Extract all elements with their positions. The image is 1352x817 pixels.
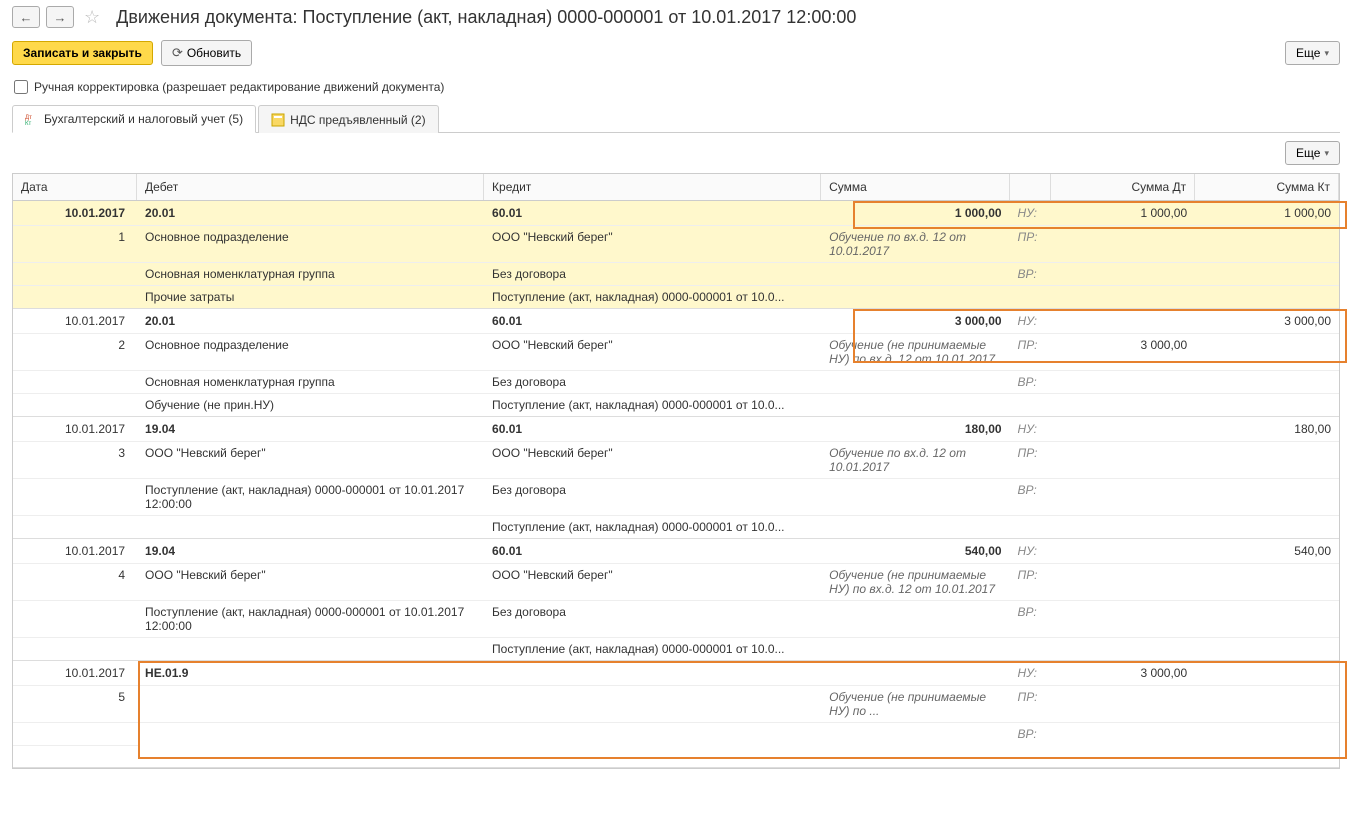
col-sum[interactable]: Сумма: [821, 174, 1009, 200]
table-row[interactable]: 10.01.2017 НЕ.01.9 НУ: 3 000,00 5 Обучен…: [13, 661, 1339, 768]
col-tag: [1010, 174, 1052, 200]
table-row[interactable]: 10.01.2017 19.04 60.01 540,00 НУ: 540,00…: [13, 539, 1339, 661]
save-close-button[interactable]: Записать и закрыть: [12, 41, 153, 65]
manual-edit-label: Ручная корректировка (разрешает редактир…: [34, 80, 444, 94]
col-sumdt[interactable]: Сумма Дт: [1051, 174, 1195, 200]
more-button[interactable]: Еще: [1285, 41, 1340, 65]
vat-icon: [271, 113, 285, 127]
manual-edit-checkbox[interactable]: [14, 80, 28, 94]
nav-forward-button[interactable]: →: [46, 6, 74, 28]
tab-vat[interactable]: НДС предъявленный (2): [258, 105, 438, 133]
table-row[interactable]: 10.01.2017 20.01 60.01 3 000,00 НУ: 3 00…: [13, 309, 1339, 417]
col-date[interactable]: Дата: [13, 174, 137, 200]
table-row[interactable]: 10.01.2017 20.01 60.01 1 000,00 НУ: 1 00…: [13, 201, 1339, 309]
col-credit[interactable]: Кредит: [484, 174, 821, 200]
nav-back-button[interactable]: ←: [12, 6, 40, 28]
table-row[interactable]: 10.01.2017 19.04 60.01 180,00 НУ: 180,00…: [13, 417, 1339, 539]
grid-more-button[interactable]: Еще: [1285, 141, 1340, 165]
refresh-button[interactable]: Обновить: [161, 40, 252, 66]
grid-header: Дата Дебет Кредит Сумма Сумма Дт Сумма К…: [13, 174, 1339, 201]
svg-text:Кт: Кт: [25, 121, 31, 126]
accounting-grid: Дата Дебет Кредит Сумма Сумма Дт Сумма К…: [12, 173, 1340, 769]
col-debit[interactable]: Дебет: [137, 174, 484, 200]
refresh-icon: [172, 45, 183, 61]
col-sumkt[interactable]: Сумма Кт: [1195, 174, 1339, 200]
favorite-icon[interactable]: ☆: [80, 7, 104, 28]
accounting-icon: ДтКт: [25, 112, 39, 126]
tab-accounting[interactable]: ДтКт Бухгалтерский и налоговый учет (5): [12, 105, 256, 133]
page-title: Движения документа: Поступление (акт, на…: [116, 7, 856, 28]
